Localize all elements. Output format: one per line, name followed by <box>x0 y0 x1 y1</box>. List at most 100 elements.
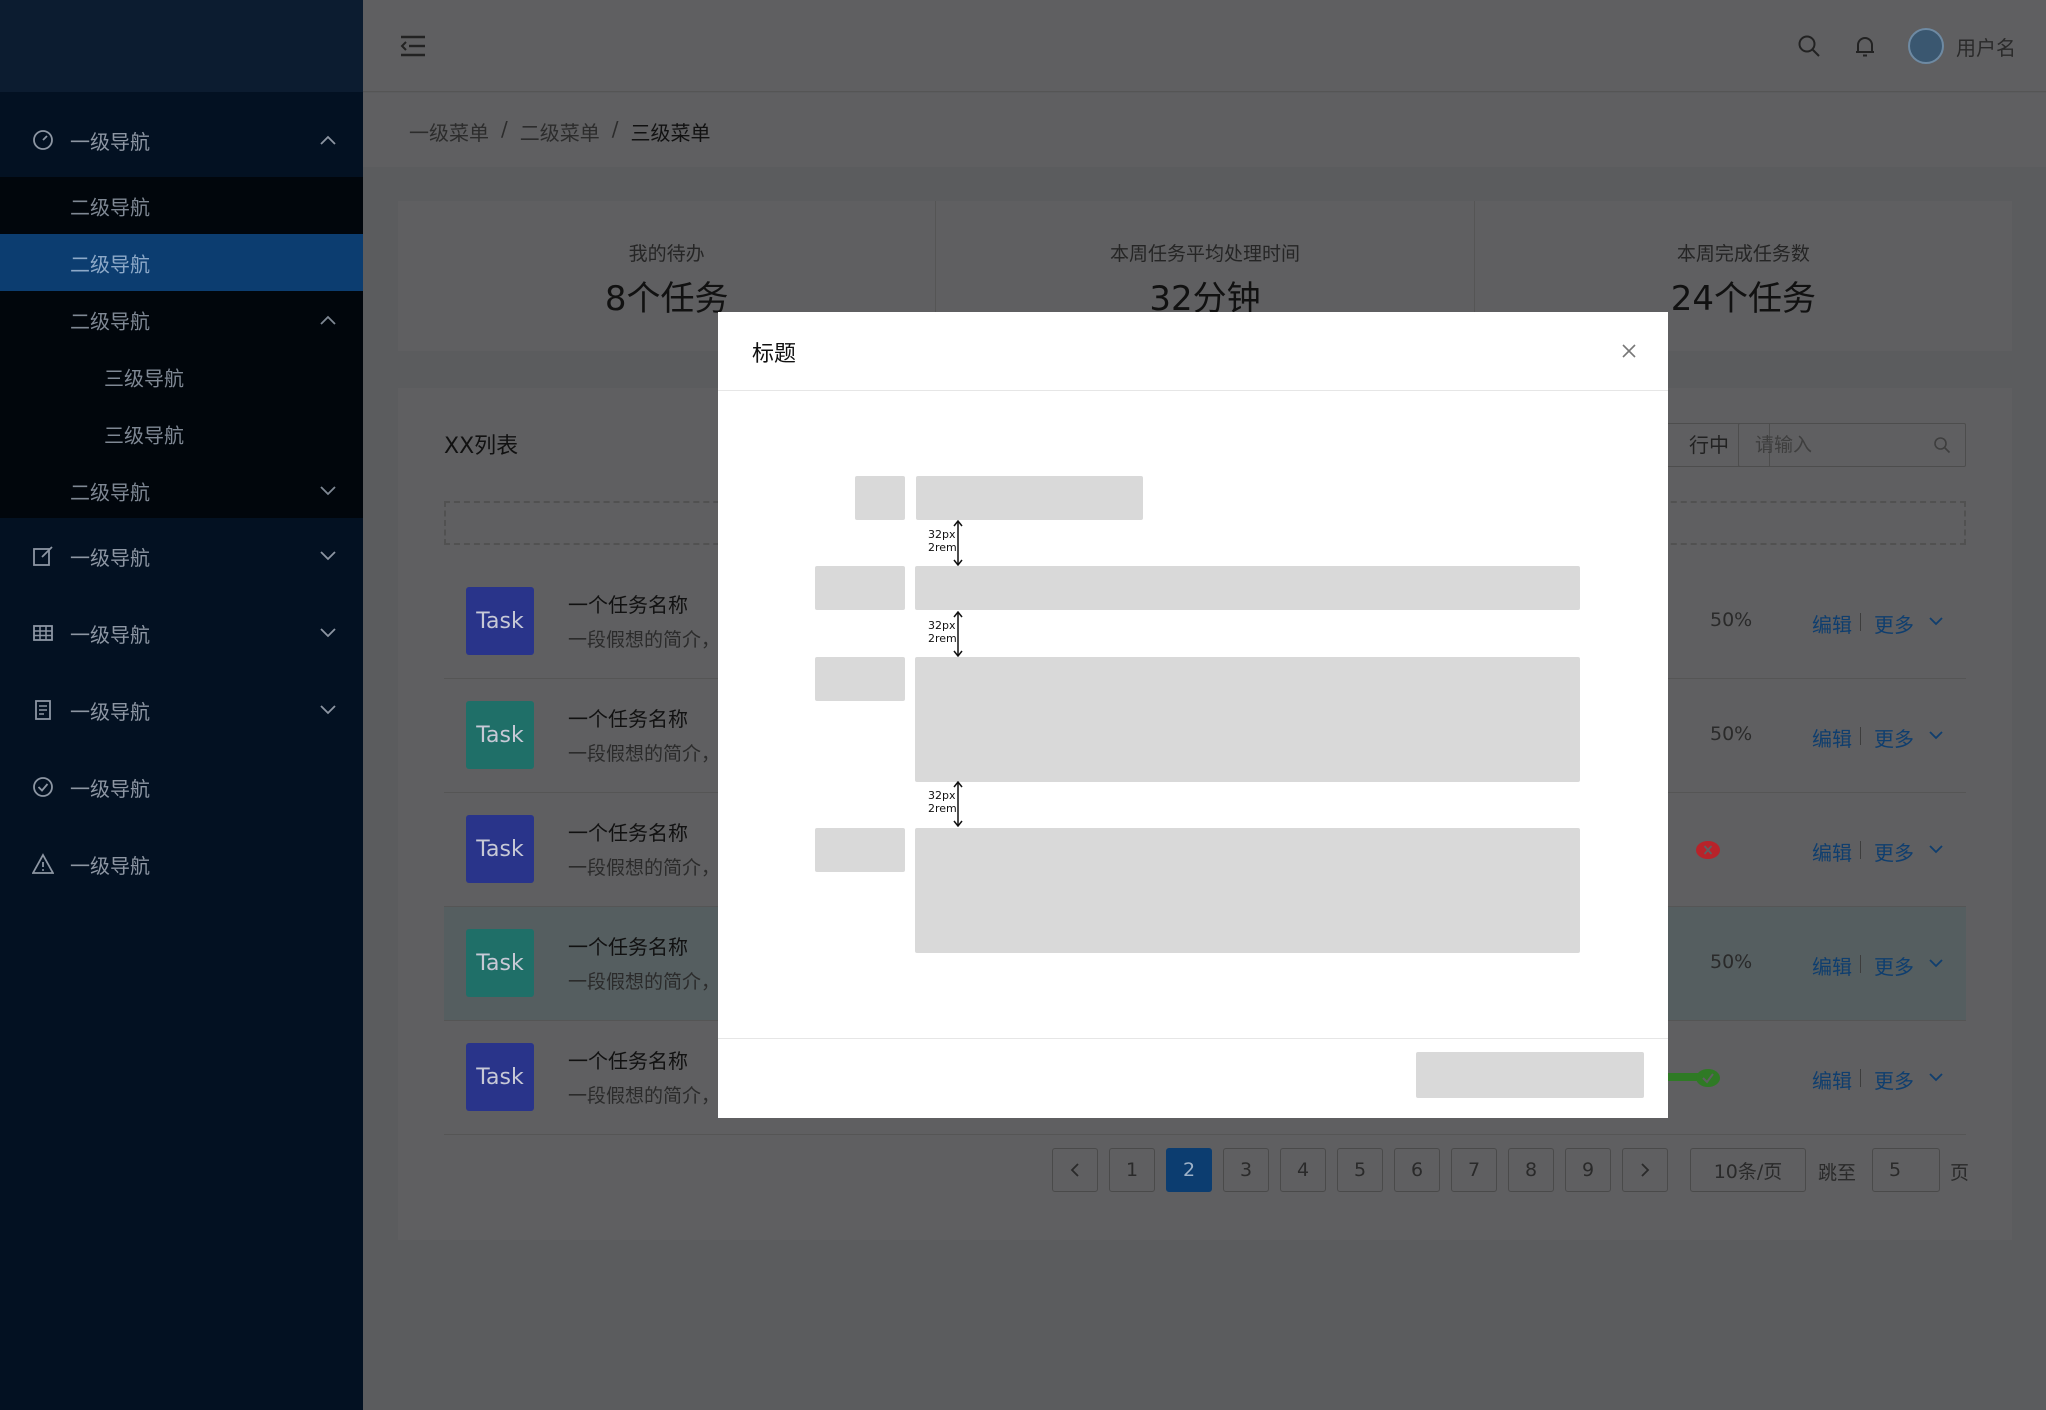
chevron-down-icon <box>319 547 337 565</box>
sub-nav-label: 二级导航 <box>70 252 150 276</box>
page-size-select[interactable]: 10条/页 <box>1690 1148 1806 1192</box>
page-button[interactable]: 1 <box>1109 1148 1155 1192</box>
page-button[interactable]: 5 <box>1337 1148 1383 1192</box>
action-divider <box>1860 727 1861 745</box>
label-placeholder <box>855 476 905 520</box>
third-nav-label: 三级导航 <box>104 366 184 390</box>
nav-item-2[interactable]: 一级导航 <box>0 518 363 594</box>
page-button-current[interactable]: 2 <box>1166 1148 1212 1192</box>
label-placeholder <box>815 566 905 610</box>
task-desc: 一段假想的简介， <box>568 743 721 765</box>
action-divider <box>1860 613 1861 631</box>
action-divider <box>1860 1069 1861 1087</box>
progress-text: 50% <box>1710 951 1753 973</box>
edit-link[interactable]: 编辑 <box>1812 1065 1852 1094</box>
more-link[interactable]: 更多 <box>1874 609 1914 638</box>
dashboard-icon <box>32 129 54 151</box>
menu-fold-icon[interactable] <box>399 32 427 60</box>
page-suffix: 页 <box>1950 1162 1970 1184</box>
textarea-placeholder <box>915 657 1580 782</box>
task-name: 一个任务名称 <box>568 821 688 845</box>
sub-nav-item[interactable]: 二级导航 <box>0 291 363 348</box>
nav-item-3[interactable]: 一级导航 <box>0 595 363 671</box>
more-link[interactable]: 更多 <box>1874 837 1914 866</box>
breadcrumb-item[interactable]: 二级菜单 <box>520 117 600 146</box>
page-button[interactable]: 8 <box>1508 1148 1554 1192</box>
progress-text: 50% <box>1710 609 1753 631</box>
nav-item-label: 一级导航 <box>70 853 150 878</box>
edit-link[interactable]: 编辑 <box>1812 723 1852 752</box>
search-box[interactable] <box>1738 423 1966 467</box>
page-button[interactable]: 9 <box>1565 1148 1611 1192</box>
nav-item-label: 一级导航 <box>70 129 150 154</box>
task-name: 一个任务名称 <box>568 935 688 959</box>
prev-page-button[interactable] <box>1052 1148 1098 1192</box>
more-link[interactable]: 更多 <box>1874 951 1914 980</box>
pagination: 1 2 3 4 5 6 7 8 9 10条/页 跳至 5 页 <box>398 1148 2012 1192</box>
task-badge: Task <box>466 1043 534 1111</box>
search-icon[interactable] <box>1933 436 1951 454</box>
sub-nav-item[interactable]: 二级导航 <box>0 177 363 234</box>
list-title: XX列表 <box>444 434 519 459</box>
progress-text: 50% <box>1710 723 1753 745</box>
avatar[interactable] <box>1908 28 1944 64</box>
third-nav-item[interactable]: 三级导航 <box>0 348 363 405</box>
breadcrumb-item[interactable]: 一级菜单 <box>409 117 489 146</box>
nav-item-label: 一级导航 <box>70 699 150 724</box>
modal-dialog: 标题 32px 2rem 32px 2rem 32px 2rem <box>718 312 1668 1118</box>
chevron-down-icon <box>319 482 337 500</box>
footer-button-placeholder[interactable] <box>1416 1052 1644 1098</box>
username[interactable]: 用户名 <box>1956 32 2016 61</box>
spacing-annotation: 32px 2rem <box>928 781 988 827</box>
more-link[interactable]: 更多 <box>1874 1065 1914 1094</box>
nav-item-1[interactable]: 一级导航 <box>0 102 363 178</box>
page-button[interactable]: 7 <box>1451 1148 1497 1192</box>
logo-area <box>0 0 363 92</box>
chevron-down-icon[interactable] <box>1928 1069 1944 1085</box>
edit-link[interactable]: 编辑 <box>1812 837 1852 866</box>
task-badge: Task <box>466 815 534 883</box>
chevron-down-icon <box>319 701 337 719</box>
more-link[interactable]: 更多 <box>1874 723 1914 752</box>
input-placeholder <box>915 566 1580 610</box>
sub-nav-item[interactable]: 二级导航 <box>0 462 363 519</box>
header-actions: 用户名 <box>1796 26 2016 66</box>
chevron-down-icon[interactable] <box>1928 955 1944 971</box>
jump-input[interactable]: 5 <box>1872 1148 1940 1192</box>
chevron-down-icon[interactable] <box>1928 841 1944 857</box>
edit-icon <box>32 545 54 567</box>
page-button[interactable]: 4 <box>1280 1148 1326 1192</box>
task-desc: 一段假想的简介， <box>568 971 721 993</box>
page-button[interactable]: 3 <box>1223 1148 1269 1192</box>
nav-item-6[interactable]: 一级导航 <box>0 826 363 902</box>
modal-header: 标题 <box>718 312 1668 391</box>
edit-link[interactable]: 编辑 <box>1812 951 1852 980</box>
breadcrumb: 一级菜单 / 二级菜单 / 三级菜单 <box>409 117 711 146</box>
nav-item-5[interactable]: 一级导航 <box>0 749 363 825</box>
table-icon <box>32 622 54 644</box>
breadcrumb-separator: / <box>611 117 619 141</box>
search-icon[interactable] <box>1796 33 1822 59</box>
jump-label: 跳至 <box>1818 1162 1857 1184</box>
document-icon <box>32 699 54 721</box>
bell-icon[interactable] <box>1852 33 1878 59</box>
close-icon[interactable] <box>1618 340 1640 362</box>
search-input[interactable] <box>1755 424 1925 466</box>
spacing-annotation: 32px 2rem <box>928 520 988 566</box>
action-divider <box>1860 841 1861 859</box>
chevron-down-icon[interactable] <box>1928 727 1944 743</box>
nav-item-4[interactable]: 一级导航 <box>0 672 363 748</box>
edit-link[interactable]: 编辑 <box>1812 609 1852 638</box>
chevron-left-icon <box>1070 1163 1079 1177</box>
page-button[interactable]: 6 <box>1394 1148 1440 1192</box>
chevron-up-icon <box>319 311 337 329</box>
third-nav-item[interactable]: 三级导航 <box>0 405 363 462</box>
next-page-button[interactable] <box>1622 1148 1668 1192</box>
stat-title: 本周任务平均处理时间 <box>1109 243 1300 265</box>
error-status-icon <box>1696 841 1720 859</box>
sub-nav-item-active[interactable]: 二级导航 <box>0 234 363 291</box>
sidebar: 一级导航 二级导航 二级导航 二级导航 三级导航 三级导航 二级导航 一级导航 … <box>0 0 363 1410</box>
task-name: 一个任务名称 <box>568 593 688 617</box>
chevron-down-icon[interactable] <box>1928 613 1944 629</box>
warning-icon <box>32 853 54 875</box>
